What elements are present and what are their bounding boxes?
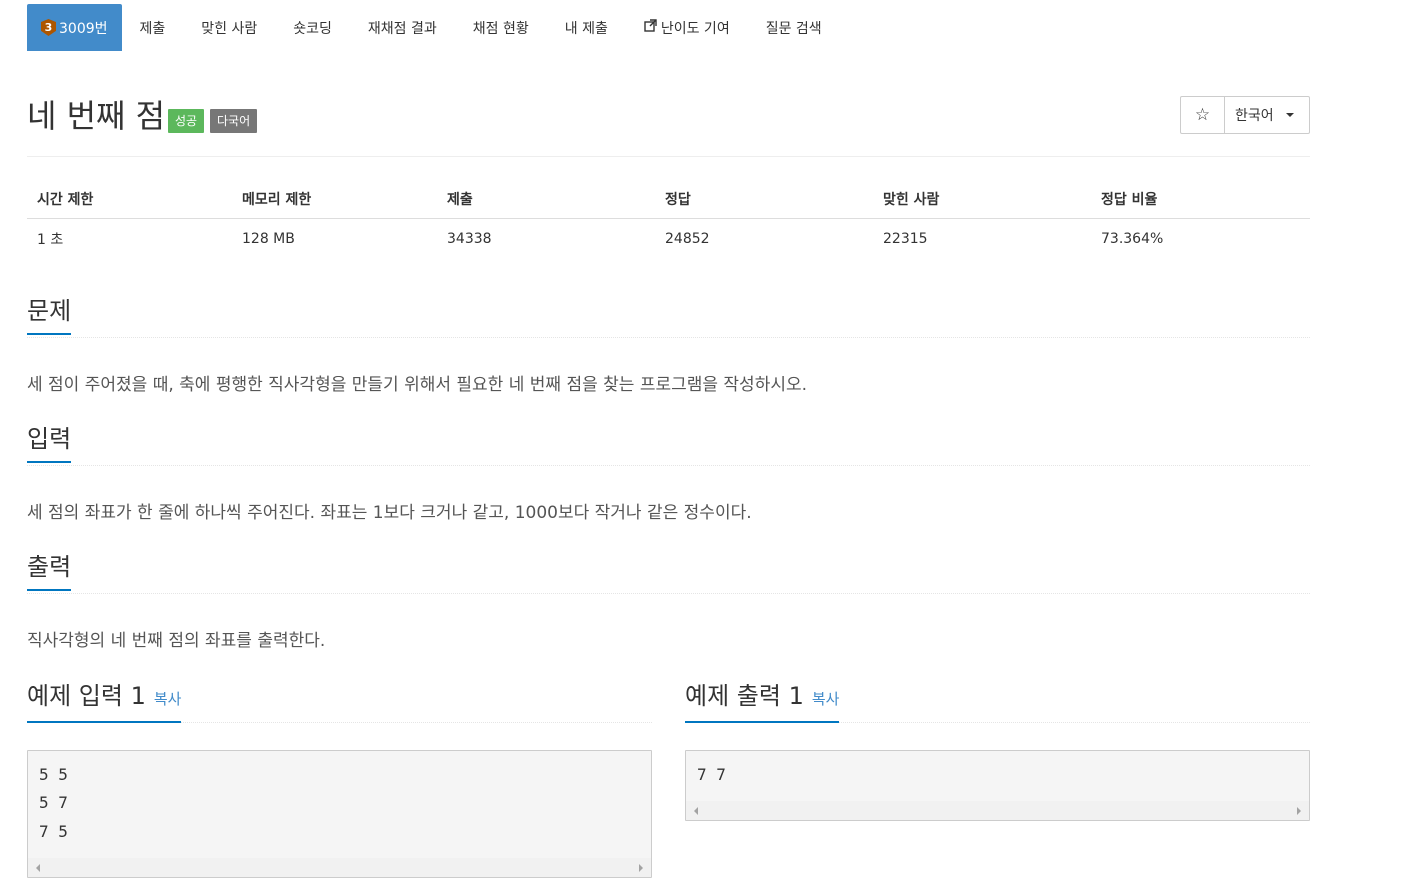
- value-solved-users: 22315: [883, 231, 928, 247]
- section-header: 입력: [27, 423, 1310, 466]
- section-header: 문제: [27, 295, 1310, 338]
- sample-output-line: 7 7: [697, 765, 726, 784]
- star-button[interactable]: ☆: [1181, 97, 1225, 133]
- table-header-row: 시간 제한 메모리 제한 제출 정답 맞힌 사람 정답 비율: [27, 180, 1310, 219]
- sample-input-section: 예제 입력 1 복사 5 5 5 7 7 5: [27, 680, 652, 878]
- sample-input-title-text: 예제 입력 1: [27, 682, 146, 710]
- table-row: 1 초 128 MB 34338 24852 22315 73.364%: [27, 219, 1310, 260]
- sample-output-title-text: 예제 출력 1: [685, 682, 804, 710]
- value-memory-limit: 128 MB: [242, 231, 295, 247]
- header-accepted: 정답: [655, 180, 873, 219]
- problem-description: 세 점이 주어졌을 때, 축에 평행한 직사각형을 만들기 위해서 필요한 네 …: [27, 375, 808, 395]
- section-title-input: 입력: [27, 423, 72, 463]
- sample-output-box[interactable]: 7 7: [685, 750, 1310, 821]
- scroll-left-arrow-icon[interactable]: [36, 864, 40, 872]
- sample-input-line: 7 5: [39, 822, 68, 841]
- value-accepted: 24852: [665, 231, 710, 247]
- problem-title: 네 번째 점: [27, 97, 166, 135]
- scroll-right-arrow-icon[interactable]: [639, 864, 643, 872]
- tier-badge-icon: 3: [41, 19, 56, 36]
- output-description: 직사각형의 네 번째 점의 좌표를 출력한다.: [27, 631, 326, 651]
- language-select-label: 한국어: [1235, 108, 1274, 124]
- language-select[interactable]: 한국어: [1225, 97, 1309, 133]
- sample-output-header: 예제 출력 1 복사: [685, 680, 1310, 723]
- value-submissions: 34338: [447, 231, 492, 247]
- output-section: 출력 직사각형의 네 번째 점의 좌표를 출력한다.: [27, 551, 1310, 651]
- problem-number-label: 3009번: [59, 20, 108, 37]
- tab-submit[interactable]: 제출: [122, 4, 184, 51]
- section-header: 출력: [27, 551, 1310, 594]
- input-section: 입력 세 점의 좌표가 한 줄에 하나씩 주어진다. 좌표는 1보다 크거나 같…: [27, 423, 1310, 523]
- tab-short-coding[interactable]: 숏코딩: [275, 4, 350, 51]
- horizontal-scrollbar[interactable]: [28, 858, 651, 877]
- status-badge-success: 성공: [168, 109, 205, 133]
- copy-sample-input-link[interactable]: 복사: [154, 690, 182, 708]
- problem-info-table: 시간 제한 메모리 제한 제출 정답 맞힌 사람 정답 비율 1 초 128 M…: [27, 180, 1310, 259]
- sample-input-title: 예제 입력 1 복사: [27, 680, 182, 723]
- header-submissions: 제출: [437, 180, 655, 219]
- sample-input-header: 예제 입력 1 복사: [27, 680, 652, 723]
- header-memory-limit: 메모리 제한: [232, 180, 437, 219]
- section-title-output: 출력: [27, 551, 72, 591]
- sample-input-line: 5 7: [39, 793, 68, 812]
- external-link-icon: [644, 19, 657, 36]
- scroll-left-arrow-icon[interactable]: [694, 807, 698, 815]
- horizontal-scrollbar[interactable]: [686, 801, 1309, 820]
- multilang-badge: 다국어: [210, 109, 258, 133]
- header-solved-users: 맞힌 사람: [873, 180, 1091, 219]
- input-description: 세 점의 좌표가 한 줄에 하나씩 주어진다. 좌표는 1보다 크거나 같고, …: [27, 503, 752, 523]
- tab-difficulty-contribution[interactable]: 난이도 기여: [626, 4, 748, 51]
- tab-rejudge-results[interactable]: 재채점 결과: [350, 4, 455, 51]
- tab-solved-users[interactable]: 맞힌 사람: [183, 4, 275, 51]
- problem-header: 네 번째 점 성공 다국어 ☆ 한국어: [27, 94, 1310, 157]
- sample-output-title: 예제 출력 1 복사: [685, 680, 840, 723]
- chevron-down-icon: [1285, 113, 1294, 117]
- sample-input-line: 5 5: [39, 765, 68, 784]
- section-title-problem: 문제: [27, 295, 72, 335]
- problem-page: 3 3009번 제출 맞힌 사람 숏코딩 재채점 결과 채점 현황 내 제출 난…: [0, 0, 1417, 881]
- tab-problem-number[interactable]: 3 3009번: [27, 4, 122, 51]
- sample-output-section: 예제 출력 1 복사 7 7: [685, 680, 1310, 821]
- star-icon: ☆: [1194, 105, 1211, 125]
- header-accept-ratio: 정답 비율: [1091, 180, 1310, 219]
- problem-description-section: 문제 세 점이 주어졌을 때, 축에 평행한 직사각형을 만들기 위해서 필요한…: [27, 295, 1310, 395]
- problem-tabs: 3 3009번 제출 맞힌 사람 숏코딩 재채점 결과 채점 현황 내 제출 난…: [27, 4, 840, 51]
- copy-sample-output-link[interactable]: 복사: [812, 690, 840, 708]
- problem-actions: ☆ 한국어: [1180, 96, 1310, 134]
- tab-judge-status[interactable]: 채점 현황: [455, 4, 547, 51]
- sample-input-box[interactable]: 5 5 5 7 7 5: [27, 750, 652, 878]
- value-time-limit: 1 초: [37, 232, 64, 248]
- tab-question-search[interactable]: 질문 검색: [748, 4, 840, 51]
- scroll-right-arrow-icon[interactable]: [1297, 807, 1301, 815]
- tab-my-submissions[interactable]: 내 제출: [547, 4, 626, 51]
- difficulty-contribution-label: 난이도 기여: [660, 20, 730, 37]
- header-time-limit: 시간 제한: [27, 180, 232, 219]
- value-accept-ratio: 73.364%: [1101, 231, 1164, 247]
